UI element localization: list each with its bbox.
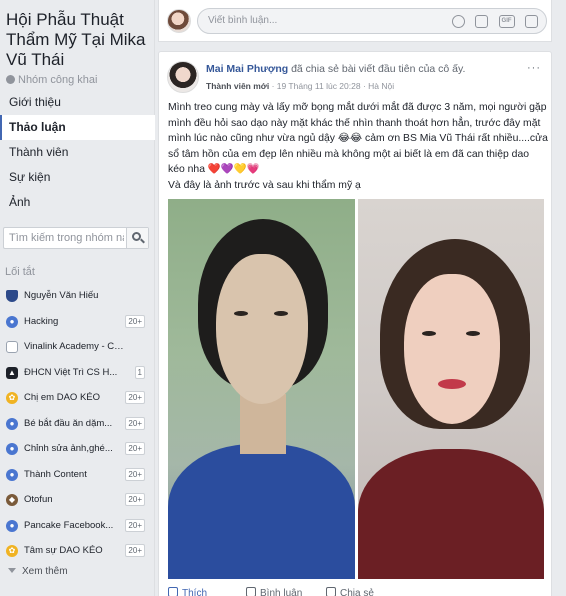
share-icon <box>326 587 336 596</box>
shortcut-item[interactable]: ● Thành Content 20+ <box>0 462 155 488</box>
comment-button[interactable]: Bình luận <box>246 587 302 596</box>
member-role: Thành viên mới <box>206 81 270 91</box>
shortcuts-header: Lối tắt <box>5 266 35 278</box>
post-photo-before[interactable] <box>168 199 355 579</box>
more-options-icon[interactable]: ··· <box>527 62 541 74</box>
group-privacy: Nhóm công khai <box>6 74 98 86</box>
sticker-icon[interactable] <box>525 15 538 28</box>
dog-icon: ◆ <box>6 494 18 506</box>
shortcut-label: Vinalink Academy - Con... <box>24 341 124 352</box>
see-more-link[interactable]: Xem thêm <box>8 566 68 577</box>
group-icon: ● <box>6 519 18 532</box>
group-title[interactable]: Hội Phẫu Thuật Thẩm Mỹ Tại Mika Vũ Thái <box>6 10 151 70</box>
group-icon: ● <box>6 315 18 328</box>
comment-icon <box>246 587 256 596</box>
group-search <box>3 227 149 249</box>
shortcut-label: ĐHCN Việt Trì CS H... <box>24 366 118 378</box>
shortcut-badge: 20+ <box>125 391 145 404</box>
comment-label: Bình luận <box>260 588 303 596</box>
shortcut-label: Thành Content <box>24 468 87 480</box>
post-body: Mình treo cung mày và lấy mỡ bọng mắt dư… <box>168 100 548 193</box>
share-button[interactable]: Chia sẻ <box>326 587 374 596</box>
post-text-paragraph: Mình treo cung mày và lấy mỡ bọng mắt dư… <box>168 102 548 175</box>
group-privacy-label: Nhóm công khai <box>18 74 98 86</box>
post-photo-after[interactable] <box>358 199 544 579</box>
emoji-icon[interactable] <box>451 15 465 28</box>
shortcut-badge: 20+ <box>125 314 145 328</box>
shortcut-badge: 20+ <box>125 442 145 455</box>
group-search-input[interactable] <box>4 228 124 248</box>
shortcut-label: Chỉnh sửa ảnh,ghé... <box>24 443 113 454</box>
post-actions: Thích Bình luận Chia sẻ <box>168 587 544 596</box>
shortcut-label: Pancake Facebook... <box>24 519 114 531</box>
nav-item-members[interactable]: Thành viên <box>0 140 155 165</box>
post-timestamp[interactable]: · 19 Tháng 11 lúc 20:28 · Hà Nội <box>272 81 395 91</box>
previous-post-comment-bar: Viết bình luận... GIF <box>158 0 552 42</box>
thumbs-up-icon <box>168 587 178 596</box>
group-icon: ● <box>6 443 18 455</box>
feed-post: Mai Mai Phượng đã chia sẻ bài viết đầu t… <box>158 51 552 596</box>
shield-icon <box>6 290 18 302</box>
shortcut-badge: 1 <box>134 365 145 379</box>
nav-item-photos[interactable]: Ảnh <box>0 190 155 215</box>
group-nav: Giới thiệu Thảo luận Thành viên Sự kiện … <box>0 90 155 215</box>
shortcut-item[interactable]: ● Pancake Facebook... 20+ <box>0 513 155 539</box>
shortcut-item[interactable]: ● Bé bắt đầu ăn dặm... 20+ <box>0 411 155 437</box>
shortcut-label: Hacking <box>24 315 59 327</box>
group-icon: ● <box>6 417 18 430</box>
shortcut-item[interactable]: Nguyễn Văn Hiếu <box>0 283 155 309</box>
post-text-paragraph: Và đây là ảnh trước và sau khi thẩm mỹ ạ <box>168 179 361 191</box>
shortcut-label: Bé bắt đầu ăn dặm... <box>24 417 113 429</box>
flower-icon: ✿ <box>6 392 18 404</box>
graduation-cap-icon: ▲ <box>6 366 18 379</box>
shortcut-item[interactable]: ▲ ĐHCN Việt Trì CS H... 1 <box>0 360 155 386</box>
comment-input[interactable]: Viết bình luận... GIF <box>197 8 547 34</box>
shortcuts-list: Nguyễn Văn Hiếu ● Hacking 20+ Vinalink A… <box>0 283 155 564</box>
post-header: Mai Mai Phượng đã chia sẻ bài viết đầu t… <box>206 63 536 75</box>
shortcut-label: Tâm sự DAO KÉO <box>24 545 103 556</box>
group-search-button[interactable] <box>126 228 148 248</box>
shortcut-item[interactable]: ● Chỉnh sửa ảnh,ghé... 20+ <box>0 436 155 462</box>
group-icon: ● <box>6 468 18 481</box>
camera-icon[interactable] <box>475 15 489 28</box>
like-button[interactable]: Thích <box>168 587 207 596</box>
flower-icon: ✿ <box>6 545 18 557</box>
share-label: Chia sẻ <box>340 588 374 596</box>
nav-item-events[interactable]: Sự kiện <box>0 165 155 190</box>
comment-placeholder: Viết bình luận... <box>208 15 278 26</box>
shortcut-badge: 20+ <box>125 544 145 557</box>
shortcut-item[interactable]: ● Hacking 20+ <box>0 309 155 335</box>
shortcut-item[interactable]: Vinalink Academy - Con... <box>0 334 155 360</box>
shortcut-item[interactable]: ✿ Tâm sự DAO KÉO 20+ <box>0 538 155 564</box>
avatar <box>167 9 191 33</box>
shortcut-badge: 20+ <box>125 416 145 430</box>
shortcut-label: Otofun <box>24 494 53 505</box>
chevron-down-icon <box>8 568 16 573</box>
author-name[interactable]: Mai Mai Phượng <box>206 63 288 75</box>
nav-item-about[interactable]: Giới thiệu <box>0 90 155 115</box>
post-meta: Thành viên mới · 19 Tháng 11 lúc 20:28 ·… <box>206 81 394 91</box>
shortcut-badge: 20+ <box>125 518 145 532</box>
shortcut-badge: 20+ <box>125 493 145 506</box>
like-label: Thích <box>182 588 208 596</box>
shortcut-label: Chị em DAO KÉO <box>24 392 101 403</box>
gif-icon[interactable]: GIF <box>498 15 515 28</box>
left-sidebar: Hội Phẫu Thuật Thẩm Mỹ Tại Mika Vũ Thái … <box>0 0 155 596</box>
comment-tools: GIF <box>446 15 538 29</box>
page-icon <box>6 341 18 353</box>
globe-icon <box>6 75 15 84</box>
shortcut-item[interactable]: ◆ Otofun 20+ <box>0 487 155 513</box>
author-avatar[interactable] <box>167 61 199 93</box>
shortcut-label: Nguyễn Văn Hiếu <box>24 290 99 301</box>
post-action-text: đã chia sẻ bài viết đầu tiên của cô ấy. <box>291 63 466 75</box>
see-more-label: Xem thêm <box>22 566 68 577</box>
shortcut-item[interactable]: ✿ Chị em DAO KÉO 20+ <box>0 385 155 411</box>
shortcut-badge: 20+ <box>125 467 145 481</box>
nav-item-discussion[interactable]: Thảo luận <box>0 115 155 140</box>
